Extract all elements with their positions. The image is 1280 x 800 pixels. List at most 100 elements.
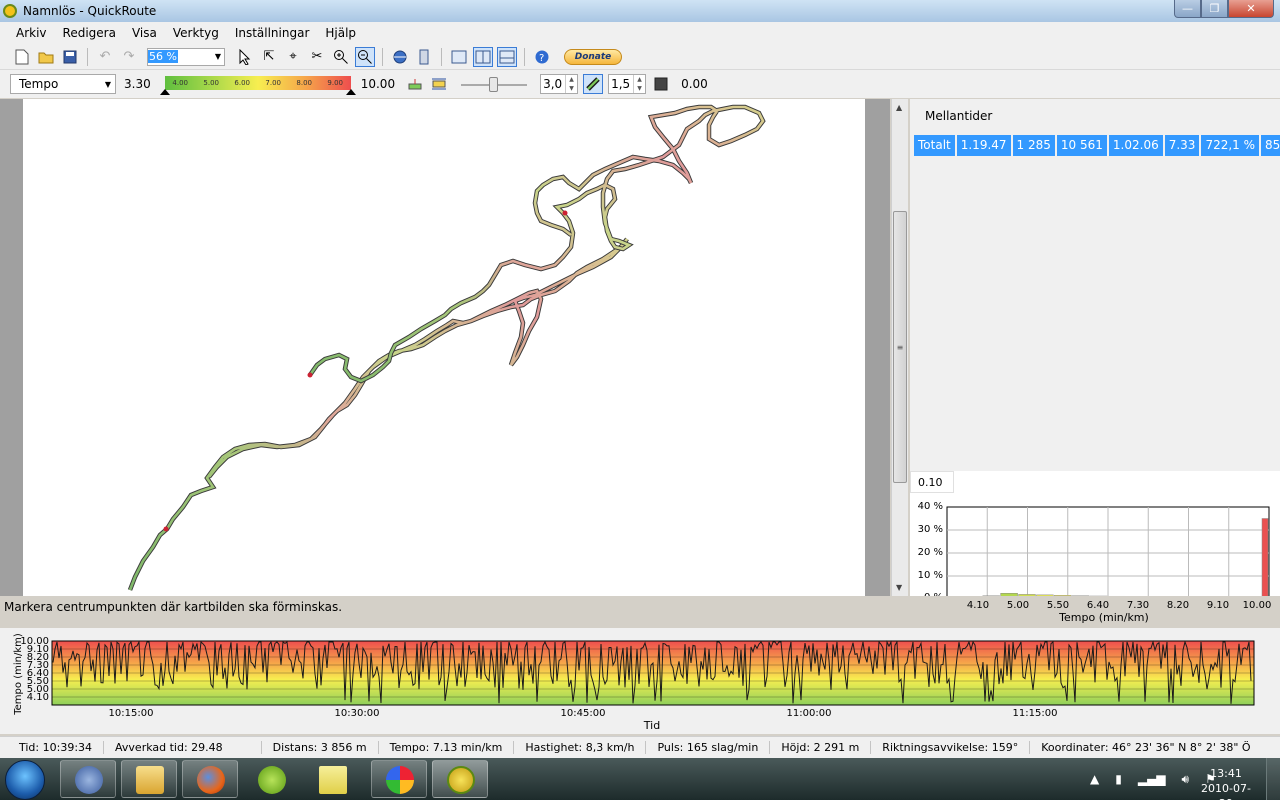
spinner-arrows-icon[interactable]: ▲ ▼ — [565, 75, 577, 93]
spinner-arrows-icon[interactable]: ▲ ▼ — [633, 75, 645, 93]
gradient-label: 7.00 — [265, 79, 282, 87]
laps-total-row[interactable]: Totalt 1.19.47 1 285 10 561 1.02.06 7.33… — [914, 135, 1280, 156]
new-file-icon[interactable] — [12, 47, 32, 67]
color-range-auto-icon[interactable] — [405, 74, 425, 94]
volume-icon[interactable]: 🔊︎ — [1182, 772, 1190, 787]
scroll-up-icon[interactable]: ▲ — [896, 103, 902, 112]
status-pace: Tempo: 7.13 min/km — [379, 741, 515, 754]
upper-limit-handle[interactable] — [345, 89, 356, 95]
menu-redigera[interactable]: Redigera — [55, 26, 124, 40]
slider-thumb[interactable] — [489, 77, 499, 92]
adjust-route-tool-icon[interactable]: ⇱ — [259, 47, 279, 67]
svg-text:?: ? — [539, 53, 544, 64]
histogram-xtick: 4.10 — [967, 600, 989, 611]
donate-button[interactable]: Donate — [564, 48, 622, 65]
histogram-ytick: 10 % — [918, 570, 943, 581]
alpha-value[interactable]: 0.00 — [681, 77, 708, 91]
upper-limit-value[interactable]: 10.00 — [361, 77, 395, 91]
tempo-time-graph[interactable]: Tempo (min/km) 10.00 9.10 8.20 7.30 6.40… — [0, 628, 1280, 734]
battery-icon[interactable]: ▮ — [1115, 772, 1122, 787]
histogram-bar — [1261, 518, 1269, 596]
lower-limit-value[interactable]: 3.30 — [124, 77, 151, 91]
firefox-icon — [197, 766, 225, 794]
line-width-value: 3,0 — [543, 77, 563, 91]
undo-icon[interactable]: ↶ — [95, 47, 115, 67]
menu-arkiv[interactable]: Arkiv — [8, 26, 55, 40]
mail-icon — [75, 766, 103, 794]
chevron-down-icon: ▼ — [214, 52, 221, 61]
start-button[interactable] — [5, 760, 45, 800]
close-button[interactable]: ✕ — [1228, 0, 1274, 18]
menu-hjalp[interactable]: Hjälp — [317, 26, 364, 40]
menu-verktyg[interactable]: Verktyg — [165, 26, 227, 40]
network-signal-icon[interactable]: ▂▄▆ — [1138, 772, 1166, 787]
histogram-ytick: 40 % — [918, 501, 943, 512]
scroll-thumb[interactable]: ≡ — [893, 211, 907, 483]
graph-xtick: 11:15:00 — [1013, 708, 1058, 719]
zoom-in-icon[interactable] — [331, 47, 351, 67]
show-desktop-button[interactable] — [1266, 758, 1280, 800]
split-view-icon[interactable] — [473, 46, 493, 67]
maximize-button[interactable]: ❐ — [1201, 0, 1228, 18]
cut-tool-icon[interactable]: ✂ — [307, 47, 327, 67]
menu-visa[interactable]: Visa — [124, 26, 165, 40]
zoom-out-icon[interactable] — [355, 46, 375, 67]
lap-cell: 1.19.47 — [956, 135, 1013, 156]
taskbar-picasa[interactable] — [371, 760, 427, 798]
lower-limit-handle[interactable] — [159, 89, 170, 95]
taskbar-explorer[interactable] — [121, 760, 177, 798]
save-icon[interactable] — [60, 47, 80, 67]
status-coordinates: Koordinater: 46° 23' 36" N 8° 2' 38" Ö — [1041, 741, 1251, 754]
line-width-spinner[interactable]: 3,0 ▲ ▼ — [540, 74, 579, 94]
taskbar-quickroute[interactable] — [432, 760, 488, 798]
color-range-gradient[interactable]: 4.00 5.00 6.00 7.00 8.00 9.00 — [159, 73, 356, 95]
menu-bar: Arkiv Redigera Visa Verktyg Inställninga… — [0, 22, 1280, 44]
map-canvas[interactable] — [23, 99, 865, 596]
redo-icon[interactable]: ↷ — [119, 47, 139, 67]
picasa-icon — [386, 766, 414, 794]
status-distance: Distans: 3 856 m — [262, 741, 379, 754]
lap-cell: 85° — [1261, 135, 1280, 156]
zoom-select-tool-icon[interactable]: ⌖ — [283, 47, 303, 67]
chevron-down-icon: ▼ — [104, 79, 111, 89]
color-range-stretch-icon[interactable] — [429, 74, 449, 94]
minimize-button[interactable]: — — [1174, 0, 1201, 18]
lap-cell: 10 561 — [1056, 135, 1109, 156]
taskbar-thunderbird[interactable] — [60, 760, 116, 798]
toolbar-separator — [382, 47, 383, 66]
clock-time: 13:41 — [1210, 767, 1242, 780]
graph-xlabel: Tid — [643, 719, 660, 732]
zoom-select[interactable]: 56 % ▼ — [147, 47, 225, 66]
map-vertical-scrollbar[interactable]: ▲ ≡ ▼ — [891, 99, 908, 596]
graph-ytick: 4.10 — [27, 692, 49, 703]
clock-date: 2010-07-29 — [1201, 782, 1251, 800]
smoothing-slider[interactable] — [461, 74, 528, 94]
border-width-spinner[interactable]: 1,5 ▲ ▼ — [608, 74, 647, 94]
taskbar-firefox[interactable] — [182, 760, 238, 798]
window-title: Namnlös - QuickRoute — [23, 4, 157, 18]
graph-xtick: 11:00:00 — [787, 708, 832, 719]
export-icon[interactable] — [414, 47, 434, 67]
taskbar-spotify[interactable] — [243, 760, 299, 798]
border-color-icon[interactable] — [651, 74, 671, 94]
histogram-xlabel: Tempo (min/km) — [1058, 611, 1149, 624]
menu-installningar[interactable]: Inställningar — [227, 26, 318, 40]
graph-view-icon[interactable] — [497, 46, 517, 67]
gradient-fill: 4.00 5.00 6.00 7.00 8.00 9.00 — [164, 76, 351, 90]
pointer-tool-icon[interactable] — [235, 47, 255, 67]
histogram-xtick: 9.10 — [1207, 600, 1229, 611]
color-coding-select[interactable]: Tempo ▼ — [10, 74, 116, 94]
taskbar-clock[interactable]: 13:41 2010-07-29 — [1196, 766, 1256, 800]
gradient-label: 8.00 — [296, 79, 313, 87]
scroll-down-icon[interactable]: ▼ — [896, 583, 902, 592]
open-folder-icon[interactable] — [36, 47, 56, 67]
globe-icon[interactable] — [390, 47, 410, 67]
map-view-icon[interactable] — [449, 47, 469, 67]
map-area — [0, 99, 890, 596]
folder-icon — [136, 766, 164, 794]
route-line-style-icon[interactable] — [583, 74, 604, 94]
histogram-xtick: 10.00 — [1243, 600, 1272, 611]
help-icon[interactable]: ? — [532, 47, 552, 67]
taskbar-sticky-notes[interactable] — [304, 760, 360, 798]
tray-expand-icon[interactable]: ▲ — [1090, 772, 1099, 787]
